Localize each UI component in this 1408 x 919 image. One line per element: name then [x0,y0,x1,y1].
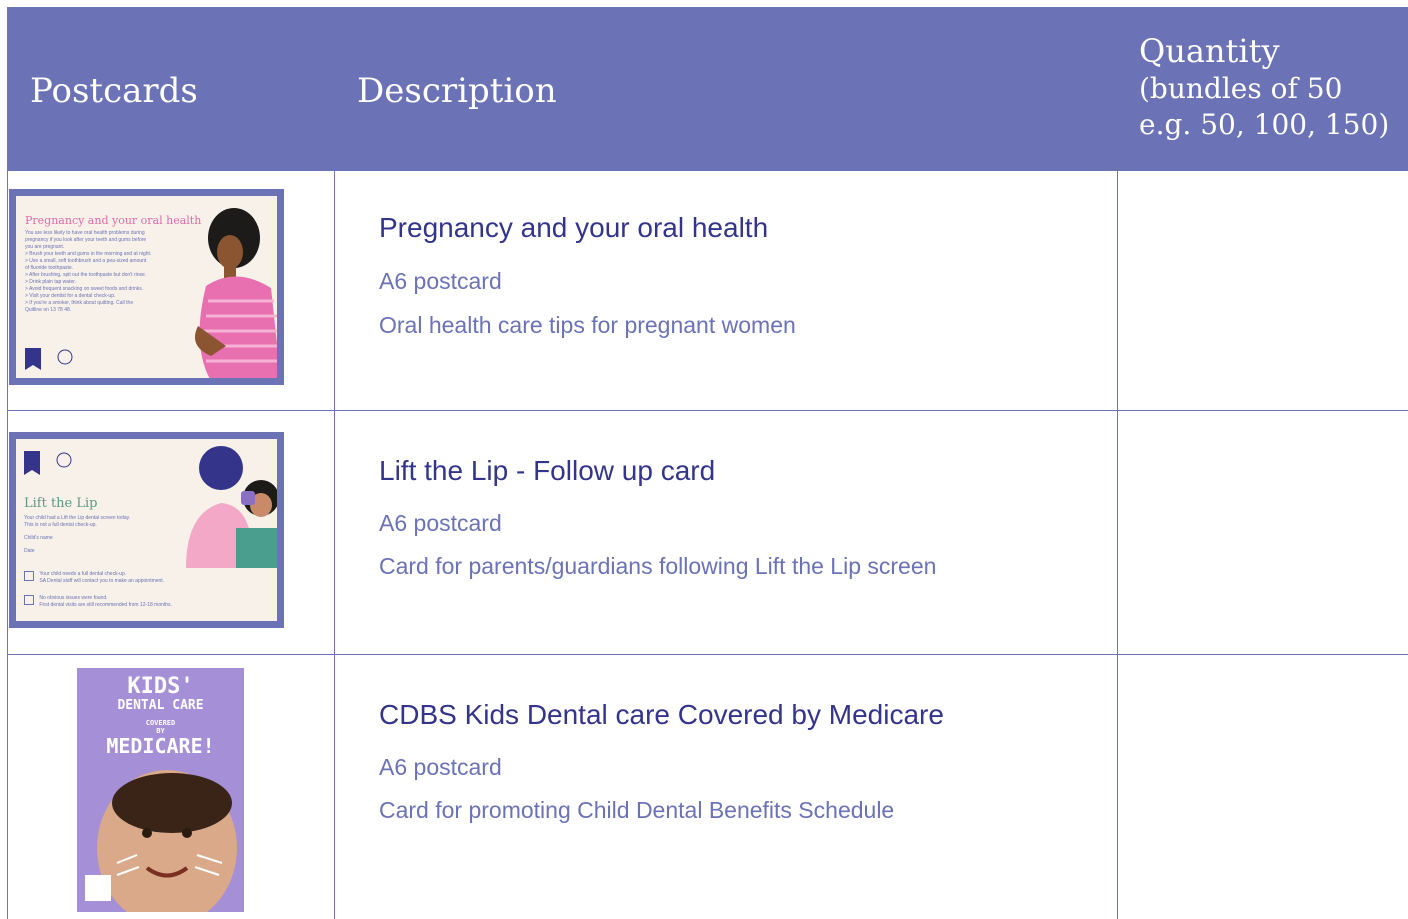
dentist-child-illustration [186,446,277,568]
card-title: Lift the Lip [24,496,98,511]
sa-dental-logo [24,451,72,475]
row-description: Card for parents/guardians following Lif… [379,553,937,579]
poster-line-1: KIDS' [127,674,194,699]
row-format: A6 postcard [379,754,502,780]
header-quantity-sub-1: (bundles of 50 [1139,72,1343,105]
header-quantity: Quantity (bundles of 50 e.g. 50, 100, 15… [1139,31,1389,195]
header-description: Description [357,71,557,111]
row-title: CDBS Kids Dental care Covered by Medicar… [379,699,944,730]
card-text: Your child had a Lift the Lip dental scr… [24,515,131,554]
poster-line-5: MEDICARE! [106,734,215,758]
card-text: You are less likely to have oral health … [25,230,152,313]
column-divider [334,171,335,919]
header-quantity-title: Quantity [1139,32,1280,70]
postcard-thumbnail-cdbs: KIDS' DENTAL CARE COVERED BY MEDICARE! [77,668,244,912]
quantity-input-1[interactable] [1118,172,1408,410]
poster-line-2: DENTAL CARE [117,698,204,713]
postcard-thumbnail-pregnancy: Pregnancy and your oral health You are l… [9,189,284,385]
child-photo [85,770,237,912]
row-format: A6 postcard [379,268,502,294]
row-format: A6 postcard [379,510,502,536]
row-title: Pregnancy and your oral health [379,212,769,243]
card-checkbox-1: Your child needs a full dental check-up.… [24,571,224,585]
card-checkbox-2: No obvious issues were found. First denta… [24,595,244,609]
card-title: Pregnancy and your oral health [25,214,202,227]
header-quantity-sub-2: e.g. 50, 100, 150) [1139,108,1390,141]
postcard-thumbnail-lift-the-lip: Lift the Lip Your child had a Lift the L… [9,432,284,628]
quantity-input-2[interactable] [1118,411,1408,654]
pregnant-woman-illustration [194,208,277,378]
row-description: Card for promoting Child Dental Benefits… [379,797,895,823]
quantity-input-3[interactable] [1118,655,1408,919]
order-table: Postcards Description Quantity (bundles … [7,7,1408,919]
row-description: Oral health care tips for pregnant women [379,312,796,338]
row-title: Lift the Lip - Follow up card [379,455,716,486]
poster-line-3: COVERED [145,719,176,727]
sa-dental-logo [25,348,73,370]
table-header: Postcards Description Quantity (bundles … [8,7,1408,171]
